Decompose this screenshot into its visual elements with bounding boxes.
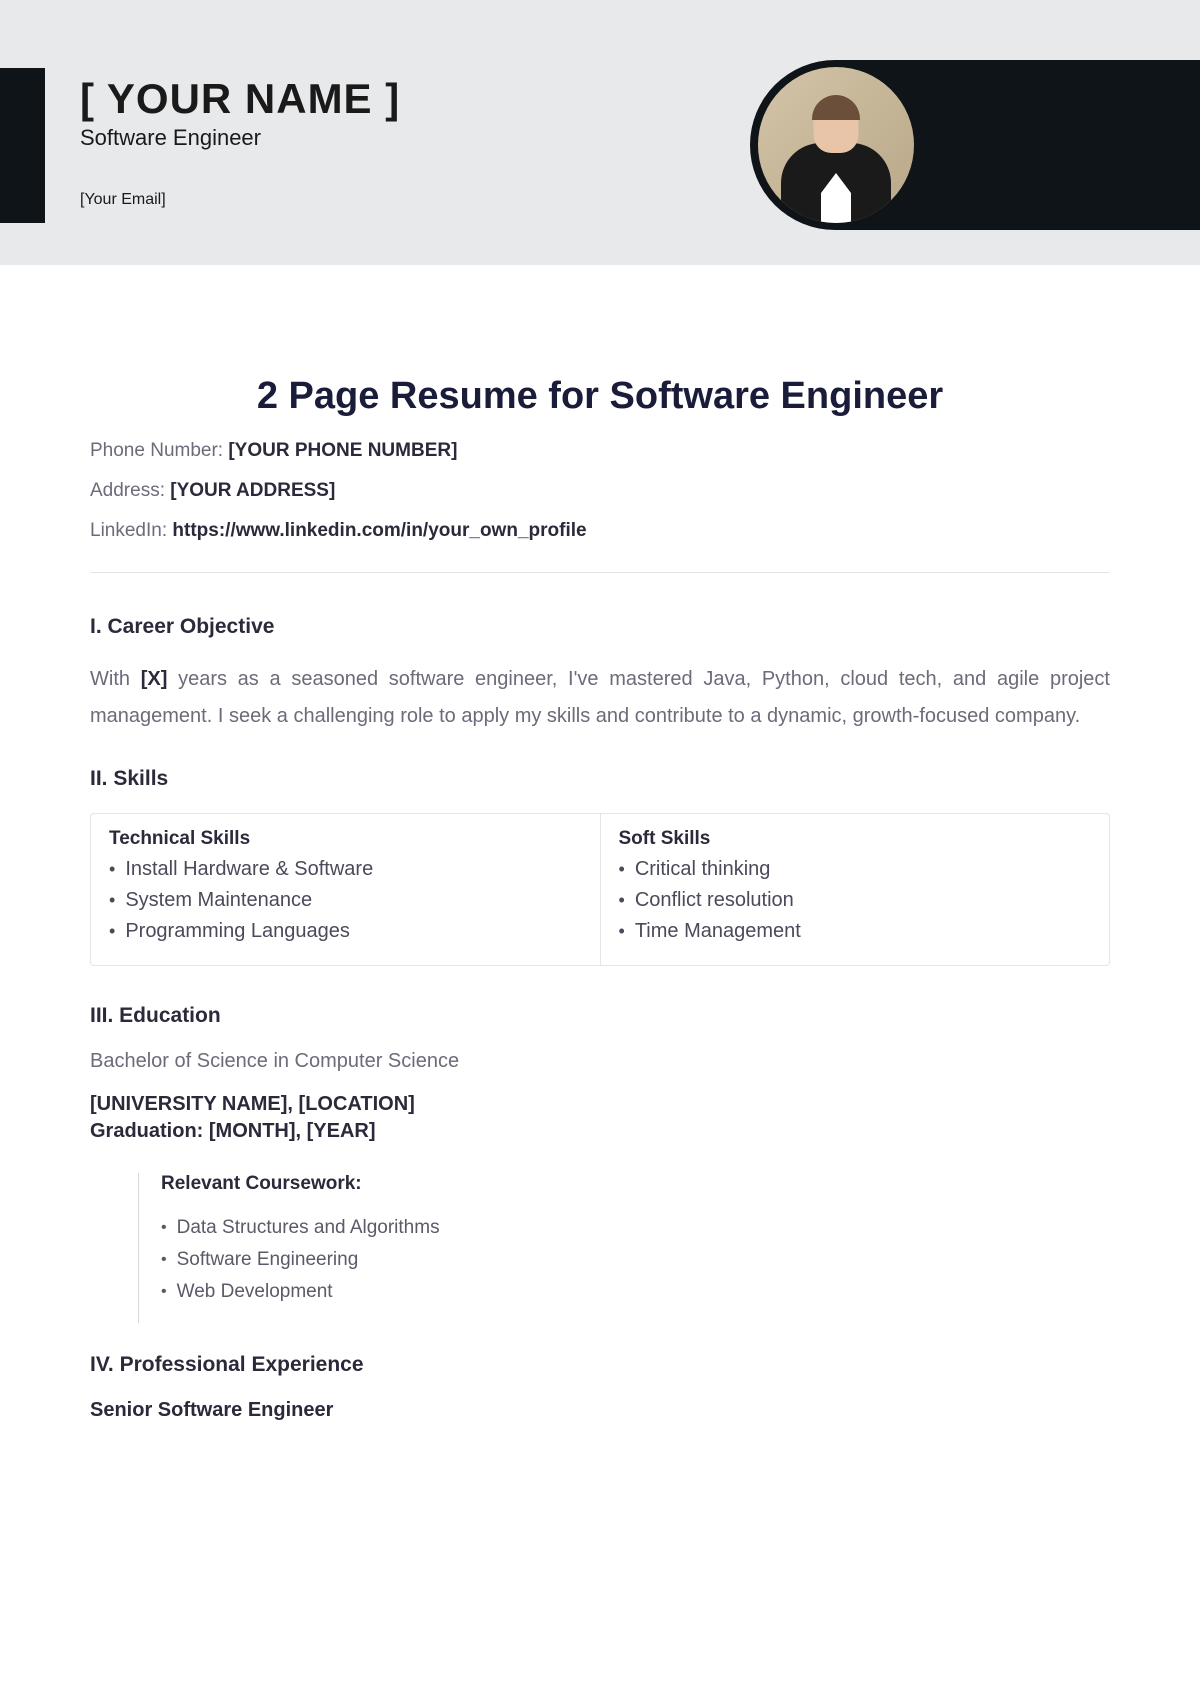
experience-role: Senior Software Engineer: [90, 1399, 1110, 1422]
section-heading-education: III. Education: [90, 1004, 1110, 1028]
contact-address: Address: [YOUR ADDRESS]: [90, 480, 1110, 502]
education-graduation: Graduation: [MONTH], [YEAR]: [90, 1120, 1110, 1143]
soft-skills-column: Soft Skills Critical thinking Conflict r…: [601, 814, 1110, 965]
objective-suffix: years as a seasoned software engineer, I…: [90, 668, 1110, 727]
list-item: Install Hardware & Software: [109, 858, 582, 881]
technical-skills-header: Technical Skills: [109, 828, 582, 850]
list-item: Software Engineering: [161, 1249, 1110, 1271]
soft-skills-header: Soft Skills: [619, 828, 1092, 850]
list-item: System Maintenance: [109, 889, 582, 912]
content-divider: [90, 572, 1110, 573]
list-item: Data Structures and Algorithms: [161, 1217, 1110, 1239]
contact-address-label: Address:: [90, 480, 170, 501]
list-item: Programming Languages: [109, 920, 582, 943]
section-heading-experience: IV. Professional Experience: [90, 1353, 1110, 1377]
applicant-email: [Your Email]: [80, 191, 400, 209]
list-item: Time Management: [619, 920, 1092, 943]
contact-phone-label: Phone Number:: [90, 440, 228, 461]
list-item: Conflict resolution: [619, 889, 1092, 912]
resume-body: 2 Page Resume for Software Engineer Phon…: [0, 265, 1200, 1422]
skills-table: Technical Skills Install Hardware & Soft…: [90, 813, 1110, 966]
coursework-heading: Relevant Coursework:: [161, 1173, 1110, 1195]
list-item: Critical thinking: [619, 858, 1092, 881]
section-heading-objective: I. Career Objective: [90, 615, 1110, 639]
objective-paragraph: With [X] years as a seasoned software en…: [90, 661, 1110, 735]
contact-linkedin-value: https://www.linkedin.com/in/your_own_pro…: [172, 520, 586, 541]
applicant-job-title: Software Engineer: [80, 125, 400, 151]
contact-phone-value: [YOUR PHONE NUMBER]: [228, 440, 457, 461]
education-university: [UNIVERSITY NAME], [LOCATION]: [90, 1093, 1110, 1116]
section-heading-skills: II. Skills: [90, 767, 1110, 791]
name-block: [ YOUR NAME ] Software Engineer [Your Em…: [0, 0, 400, 265]
avatar: [758, 67, 914, 223]
resume-header: [ YOUR NAME ] Software Engineer [Your Em…: [0, 0, 1200, 265]
contact-phone: Phone Number: [YOUR PHONE NUMBER]: [90, 440, 1110, 462]
page-title: 2 Page Resume for Software Engineer: [90, 375, 1110, 418]
list-item: Web Development: [161, 1281, 1110, 1303]
avatar-person-icon: [776, 93, 896, 223]
technical-skills-column: Technical Skills Install Hardware & Soft…: [91, 814, 601, 965]
contact-linkedin-label: LinkedIn:: [90, 520, 172, 541]
objective-years-bold: [X]: [141, 668, 168, 690]
applicant-name: [ YOUR NAME ]: [80, 75, 400, 123]
photo-container: [750, 60, 1200, 230]
education-degree: Bachelor of Science in Computer Science: [90, 1050, 1110, 1073]
contact-linkedin: LinkedIn: https://www.linkedin.com/in/yo…: [90, 520, 1110, 542]
contact-address-value: [YOUR ADDRESS]: [170, 480, 335, 501]
objective-prefix: With: [90, 668, 141, 690]
header-accent-bar: [0, 68, 45, 223]
coursework-block: Relevant Coursework: Data Structures and…: [138, 1173, 1110, 1323]
